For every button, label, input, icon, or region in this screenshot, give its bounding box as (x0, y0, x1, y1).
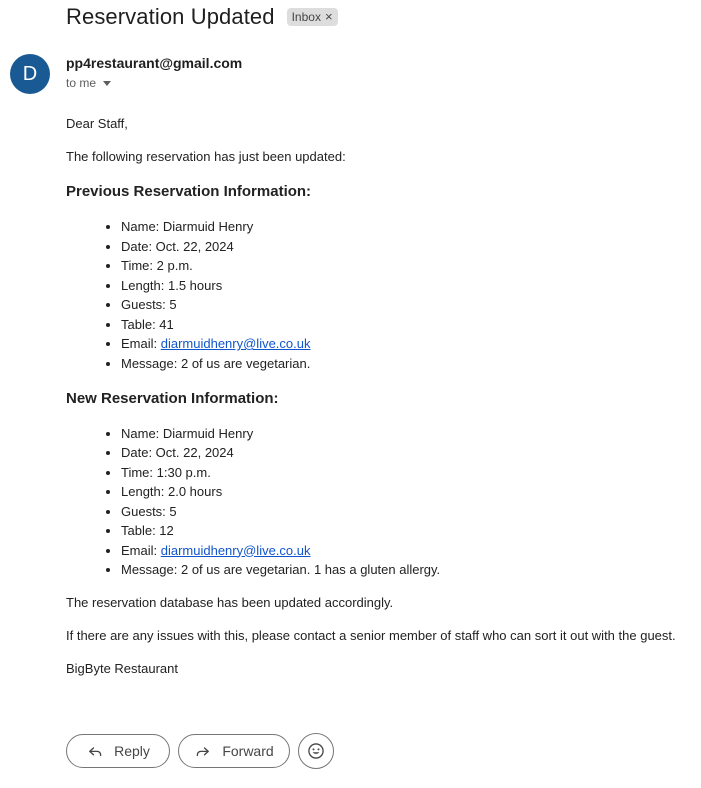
list-item: Time: 1:30 p.m. (121, 465, 696, 481)
email-prefix: Email: (121, 336, 161, 351)
issues-note: If there are any issues with this, pleas… (66, 628, 676, 643)
previous-info-list: Name: Diarmuid Henry Date: Oct. 22, 2024… (66, 219, 696, 372)
avatar-letter: D (22, 62, 38, 85)
list-item: Guests: 5 (121, 297, 696, 313)
list-item: Email: diarmuidhenry@live.co.uk (121, 543, 696, 559)
previous-heading: Previous Reservation Information: (66, 183, 312, 200)
forward-icon (197, 747, 210, 757)
action-buttons: Reply Forward (66, 733, 334, 769)
list-item: Date: Oct. 22, 2024 (121, 239, 696, 255)
recipient-details-toggle[interactable]: to me (66, 76, 112, 90)
list-item: Message: 2 of us are vegetarian. 1 has a… (121, 562, 696, 578)
list-item: Time: 2 p.m. (121, 258, 696, 274)
sender-avatar[interactable]: D (10, 54, 50, 94)
database-note: The reservation database has been update… (66, 595, 394, 610)
reply-button[interactable]: Reply (66, 734, 170, 768)
inbox-label-text: Inbox (291, 10, 321, 24)
email-link[interactable]: diarmuidhenry@live.co.uk (161, 336, 311, 351)
reply-label: Reply (114, 743, 150, 759)
list-item: Name: Diarmuid Henry (121, 426, 696, 442)
inbox-label-chip[interactable]: Inbox × (286, 8, 338, 26)
forward-label: Forward (222, 743, 274, 759)
new-heading: New Reservation Information: (66, 389, 279, 407)
list-item: Name: Diarmuid Henry (121, 219, 696, 235)
list-item: Message: 2 of us are vegetarian. (121, 356, 696, 372)
list-item: Date: Oct. 22, 2024 (121, 445, 696, 461)
sender-email[interactable]: pp4restaurant@gmail.com (66, 55, 242, 71)
email-link[interactable]: diarmuidhenry@live.co.uk (161, 543, 311, 558)
email-subject: Reservation Updated (66, 4, 275, 29)
new-info-list: Name: Diarmuid Henry Date: Oct. 22, 2024… (66, 426, 696, 579)
list-item: Table: 12 (121, 523, 696, 539)
reply-icon (89, 747, 102, 757)
list-item: Length: 2.0 hours (121, 484, 696, 500)
list-item: Table: 41 (121, 317, 696, 333)
chevron-down-icon[interactable] (103, 80, 112, 86)
subject-row: Reservation Updated Inbox × (66, 4, 338, 30)
intro-text: The following reservation has just been … (66, 149, 346, 164)
recipient-text: to me (66, 76, 97, 90)
list-item: Length: 1.5 hours (121, 278, 696, 294)
greeting: Dear Staff, (66, 116, 128, 131)
forward-button[interactable]: Forward (178, 734, 290, 768)
list-item: Email: diarmuidhenry@live.co.uk (121, 336, 696, 352)
remove-label-icon[interactable]: × (325, 9, 333, 25)
list-item: Guests: 5 (121, 504, 696, 520)
email-prefix: Email: (121, 542, 161, 558)
emoji-icon (308, 743, 324, 759)
email-body: Dear Staff, The following reservation ha… (66, 116, 696, 677)
email-view: Reservation Updated Inbox × D pp4restaur… (0, 0, 701, 788)
add-reaction-button[interactable] (298, 733, 334, 769)
signature: BigByte Restaurant (66, 661, 179, 676)
